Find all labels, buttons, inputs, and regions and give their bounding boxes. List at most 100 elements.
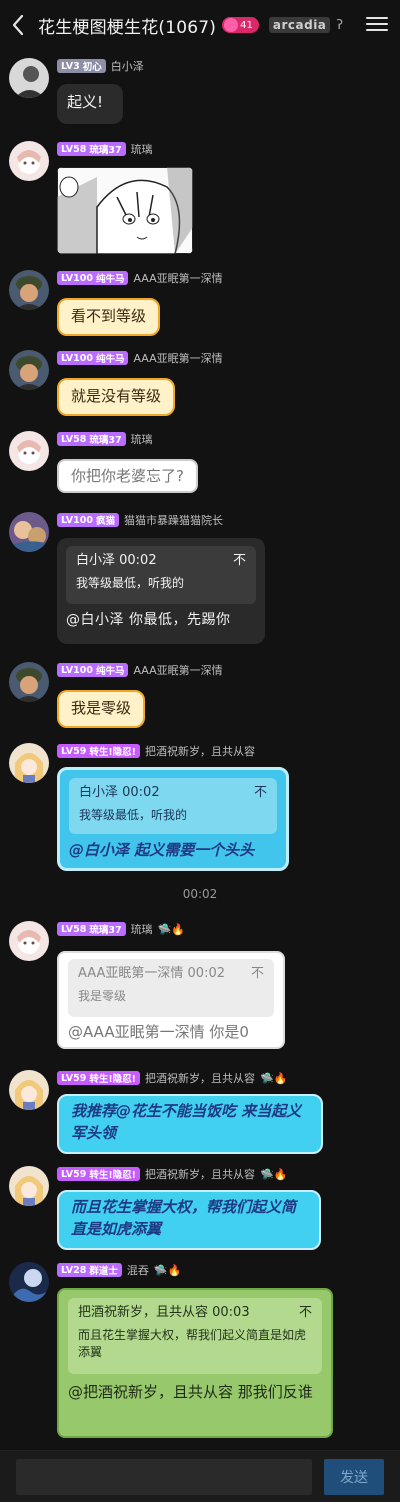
menu-line [366,17,388,19]
sender-meta: LV59 转生!隐忍! 把酒祝新岁，且共从容 🛸🔥 [57,1070,287,1086]
quote-close-icon[interactable]: 不 [251,965,264,984]
username[interactable]: 把酒祝新岁，且共从容 [145,1070,255,1086]
message-bubble[interactable]: 看不到等级 [57,298,161,336]
avatar[interactable] [9,921,49,961]
message-bubble[interactable]: 白小泽 00:02 我等级最低，听我的 不 @白小泽 起义需要一个头头 [57,767,289,871]
level-badge: LV59 转生!隐忍! [57,1071,140,1085]
level-badge: LV59 转生!隐忍! [57,1167,140,1181]
sender-meta: LV100 纯牛马 AAA亚眠第一深情 [57,350,223,366]
avatar[interactable] [9,743,49,783]
message-text: 我推荐@花生不能当饭吃 来当起义军头领 [71,1102,302,1142]
sender-meta: LV100 疯猫 猫猫市暴躁猫猫院长 [57,512,223,528]
message-bubble[interactable]: 把酒祝新岁，且共从容 00:03 而且花生掌握大权，帮我们起义简直是如虎添翼 不… [57,1288,333,1438]
message-bubble[interactable]: 你把你老婆忘了? [57,459,198,493]
message-bubble[interactable]: 我推荐@花生不能当饭吃 来当起义军头领 [57,1094,323,1154]
avatar[interactable] [9,512,49,552]
quoted-message[interactable]: 把酒祝新岁，且共从容 00:03 而且花生掌握大权，帮我们起义简直是如虎添翼 不 [68,1298,322,1374]
menu-line [366,29,388,31]
message-bubble[interactable]: 我是零级 [57,690,146,728]
avatar[interactable] [9,270,49,310]
avatar[interactable] [9,350,49,390]
flame-icon [224,18,239,32]
sender-meta: LV100 纯牛马 AAA亚眠第一深情 [57,662,223,678]
timestamp-divider: 00:02 [182,887,218,901]
message-text: 就是没有等级 [71,387,162,405]
chat-header: 花生梗图梗生花(1067) 41 arcadia ʔ [0,0,400,50]
menu-button[interactable] [366,13,388,35]
avatar[interactable] [9,1262,49,1302]
message-bubble[interactable]: 而且花生掌握大权，帮我们起义简直是如虎添翼 [57,1190,321,1250]
hot-badge-icon: 🛸🔥 [260,1071,288,1085]
username[interactable]: AAA亚眠第一深情 [133,270,222,286]
sender-meta: LV100 纯牛马 AAA亚眠第一深情 [57,270,223,286]
quote-body: 而且花生掌握大权，帮我们起义简直是如虎添翼 [78,1327,307,1360]
message-text: 看不到等级 [71,307,147,325]
quote-header: 把酒祝新岁，且共从容 00:03 [78,1305,250,1320]
message-text: 我是零级 [71,699,132,717]
quoted-message[interactable]: 白小泽 00:02 我等级最低，听我的 不 [66,546,256,604]
level-badge: LV59 转生!隐忍! [57,744,140,758]
sender-meta: LV59 转生!隐忍! 把酒祝新岁，且共从容 🛸🔥 [57,1166,287,1182]
message-text: 而且花生掌握大权，帮我们起义简直是如虎添翼 [71,1198,297,1238]
message-bubble[interactable]: AAA亚眠第一深情 00:02 我是零级 不 @AAA亚眠第一深情 你是0 [57,951,285,1049]
quote-body: 我是零级 [78,988,127,1003]
quote-close-icon[interactable]: 不 [254,784,267,803]
chevron-left-icon [12,14,24,36]
username[interactable]: 琉璃 [131,921,153,937]
level-badge: LV28 群道士 [57,1263,122,1277]
username[interactable]: 混吞 [127,1262,149,1278]
avatar[interactable] [9,1070,49,1110]
level-badge: LV58 琉璃37 [57,432,126,446]
hot-badge-icon: 🛸🔥 [153,1263,182,1277]
sticker-image[interactable] [57,167,193,254]
quote-body: 我等级最低，听我的 [76,575,185,590]
message-text: 你把你老婆忘了? [71,467,184,485]
page-title: 花生梗图梗生花(1067) [38,17,217,38]
avatar[interactable] [9,662,49,702]
message-bubble[interactable]: 白小泽 00:02 我等级最低，听我的 不 @白小泽 你最低，先踢你 [57,538,265,644]
quote-header: AAA亚眠第一深情 00:02 [78,966,225,981]
level-badge: LV100 纯牛马 [57,271,129,285]
send-button[interactable]: 发送 [324,1459,384,1495]
ear-icon[interactable]: ʔ [336,18,343,33]
username[interactable]: 把酒祝新岁，且共从容 [145,743,255,759]
message-text: @AAA亚眠第一深情 你是0 [68,1023,249,1041]
avatar[interactable] [9,1166,49,1206]
message-text: @白小泽 你最低，先踢你 [66,612,231,628]
username[interactable]: 琉璃 [131,141,153,157]
hot-badge-icon: 🛸🔥 [157,922,185,936]
quoted-message[interactable]: 白小泽 00:02 我等级最低，听我的 不 [69,778,277,834]
heat-badge[interactable]: 41 [222,17,259,33]
level-badge: LV100 纯牛马 [57,663,129,677]
brand-logo[interactable]: arcadia [268,17,331,33]
username[interactable]: AAA亚眠第一深情 [133,350,222,366]
message-text: @白小泽 起义需要一个头头 [69,841,255,859]
message-text: 起义! [67,93,104,111]
quote-close-icon[interactable]: 不 [233,552,246,571]
username[interactable]: 把酒祝新岁，且共从容 [145,1166,255,1182]
message-bubble[interactable]: 就是没有等级 [57,378,176,416]
username[interactable]: 琉璃 [131,431,153,447]
sender-meta: LV28 群道士 混吞 🛸🔥 [57,1262,181,1278]
message-input[interactable] [16,1459,312,1495]
level-badge: LV100 疯猫 [57,513,119,527]
message-bubble[interactable]: 起义! [57,84,123,124]
sender-meta: LV58 琉璃37 琉璃 🛸🔥 [57,921,185,937]
quote-header: 白小泽 00:02 [76,553,157,568]
badge-count: 41 [240,19,253,31]
username[interactable]: 猫猫市暴躁猫猫院长 [124,512,223,528]
username[interactable]: AAA亚眠第一深情 [133,662,222,678]
level-badge: LV58 琉璃37 [57,142,126,156]
avatar[interactable] [9,431,49,471]
menu-line [366,23,388,25]
back-button[interactable] [0,0,36,50]
level-badge: LV58 琉璃37 [57,922,126,936]
quote-close-icon[interactable]: 不 [299,1304,312,1323]
sender-meta: LV58 琉璃37 琉璃 [57,431,153,447]
username[interactable]: 白小泽 [111,58,144,74]
avatar[interactable] [9,58,49,98]
quoted-message[interactable]: AAA亚眠第一深情 00:02 我是零级 不 [68,959,274,1017]
avatar[interactable] [9,141,49,181]
sender-meta: LV58 琉璃37 琉璃 [57,141,153,157]
sender-meta: LV3 初心 白小泽 [57,58,144,74]
